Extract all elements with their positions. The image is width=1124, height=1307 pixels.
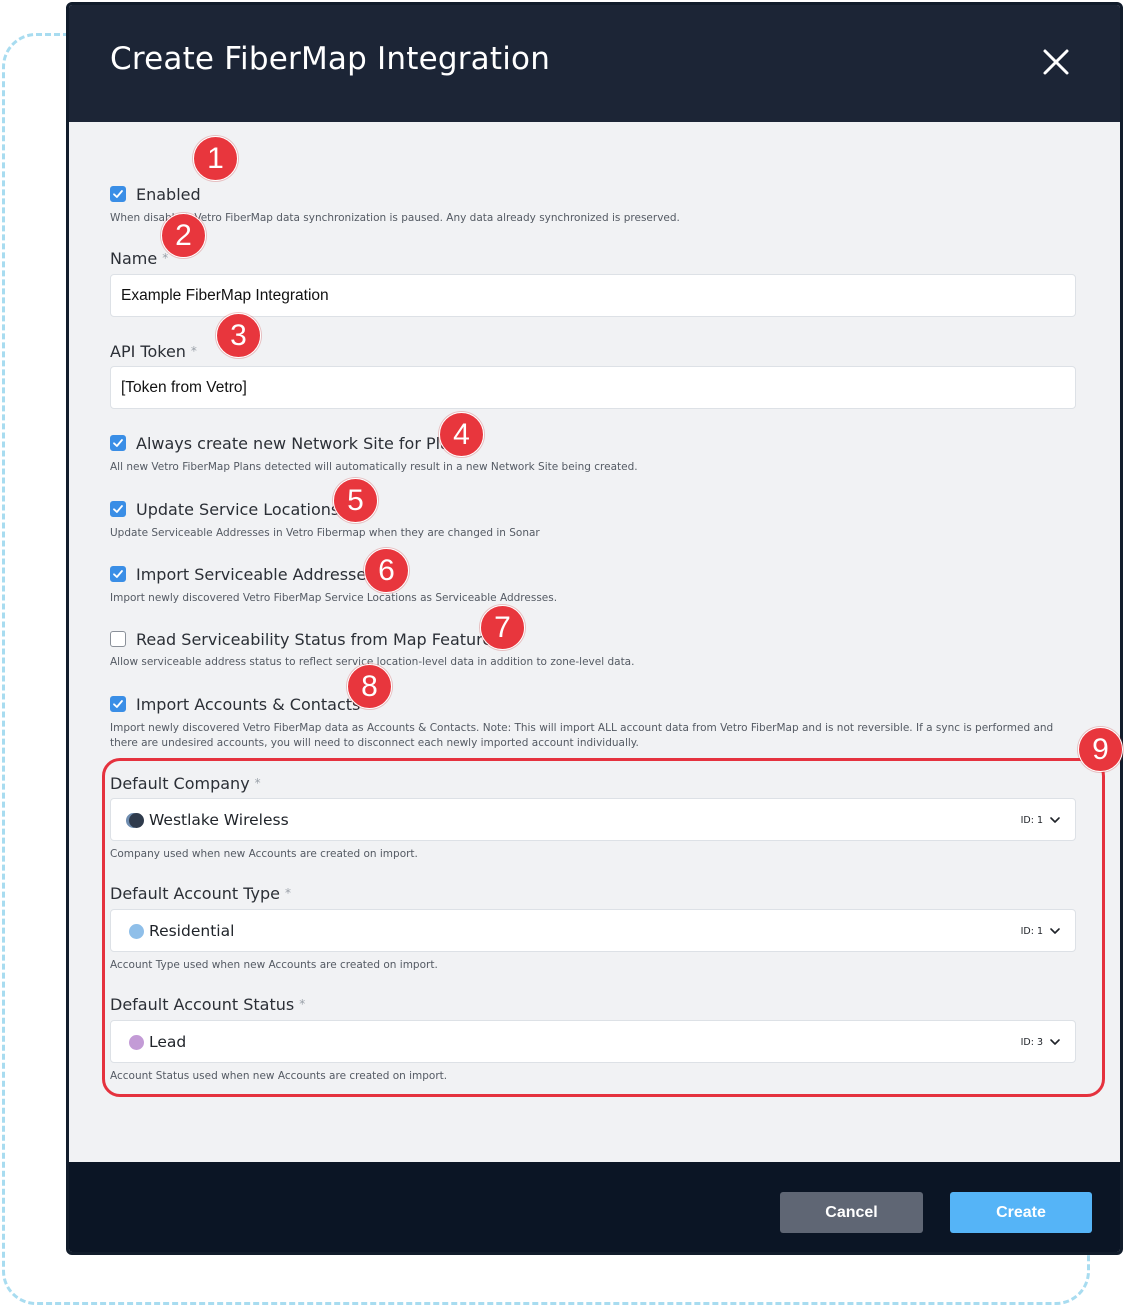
required-mark: * — [254, 776, 261, 790]
import-accounts-checkbox[interactable] — [110, 696, 126, 712]
read-serviceability-row[interactable]: Read Serviceability Status from Map Feat… — [110, 629, 501, 649]
import-serviceable-checkbox[interactable] — [110, 566, 126, 582]
default-company-value: Westlake Wireless — [149, 811, 289, 829]
default-company-label-text: Default Company — [110, 774, 250, 793]
import-serviceable-help: Import newly discovered Vetro FiberMap S… — [110, 592, 558, 604]
api-token-label-text: API Token — [110, 342, 186, 361]
account-status-color-dot — [129, 1035, 144, 1050]
api-token-label: API Token * — [110, 342, 197, 361]
account-type-color-dot — [129, 924, 144, 939]
api-token-input[interactable] — [110, 366, 1076, 409]
dialog-footer: Cancel Create — [69, 1162, 1120, 1252]
name-label: Name * — [110, 249, 168, 268]
chevron-down-icon — [1050, 817, 1060, 823]
company-color-dot — [129, 813, 144, 828]
default-account-type-label-text: Default Account Type — [110, 884, 280, 903]
default-company-select[interactable]: Westlake Wireless ID: 1 — [110, 798, 1076, 841]
always-create-site-row[interactable]: Always create new Network Site for Plans — [110, 433, 468, 453]
read-serviceability-label: Read Serviceability Status from Map Feat… — [136, 629, 501, 649]
default-account-status-id: ID: 3 — [1020, 1037, 1043, 1048]
create-integration-dialog: Create FiberMap Integration Enabled When… — [66, 2, 1123, 1255]
enabled-checkbox[interactable] — [110, 186, 126, 202]
default-account-status-label: Default Account Status * — [110, 995, 305, 1014]
import-accounts-help: Import newly discovered Vetro FiberMap d… — [110, 722, 1054, 749]
default-company-help: Company used when new Accounts are creat… — [110, 848, 418, 860]
annotation-badge-5: 5 — [333, 478, 378, 523]
annotation-badge-2: 2 — [161, 213, 206, 258]
always-create-site-help: All new Vetro FiberMap Plans detected wi… — [110, 461, 638, 473]
annotation-badge-3: 3 — [216, 313, 261, 358]
import-accounts-label: Import Accounts & Contacts — [136, 694, 361, 714]
default-account-type-label: Default Account Type * — [110, 884, 291, 903]
default-company-label: Default Company * — [110, 774, 261, 793]
close-icon[interactable] — [1037, 43, 1075, 81]
annotation-badge-4: 4 — [439, 412, 484, 457]
enabled-help: When disabled, Vetro FiberMap data synch… — [110, 212, 680, 224]
update-service-locations-help: Update Serviceable Addresses in Vetro Fi… — [110, 527, 540, 539]
enabled-label: Enabled — [136, 184, 201, 204]
dialog-body: Enabled When disabled, Vetro FiberMap da… — [69, 122, 1120, 1162]
dialog-header: Create FiberMap Integration — [69, 5, 1120, 122]
required-mark: * — [284, 886, 291, 900]
default-account-type-select[interactable]: Residential ID: 1 — [110, 909, 1076, 952]
name-label-text: Name — [110, 249, 158, 268]
read-serviceability-help: Allow serviceable address status to refl… — [110, 656, 635, 668]
always-create-site-label: Always create new Network Site for Plans — [136, 433, 469, 453]
annotation-badge-7: 7 — [480, 605, 525, 650]
default-company-id: ID: 1 — [1020, 815, 1043, 826]
default-account-status-help: Account Status used when new Accounts ar… — [110, 1070, 448, 1082]
required-mark: * — [190, 344, 197, 358]
update-service-locations-checkbox[interactable] — [110, 501, 126, 517]
annotation-badge-9: 9 — [1078, 727, 1123, 772]
annotation-badge-8: 8 — [347, 664, 392, 709]
import-accounts-row[interactable]: Import Accounts & Contacts — [110, 694, 360, 714]
required-mark: * — [299, 997, 306, 1011]
default-account-type-id: ID: 1 — [1020, 926, 1043, 937]
chevron-down-icon — [1050, 928, 1060, 934]
update-service-locations-row[interactable]: Update Service Locations — [110, 499, 339, 519]
import-serviceable-row[interactable]: Import Serviceable Addresses — [110, 564, 375, 584]
name-input[interactable] — [110, 274, 1076, 317]
always-create-site-checkbox[interactable] — [110, 435, 126, 451]
enabled-checkbox-row[interactable]: Enabled — [110, 184, 201, 204]
annotation-badge-6: 6 — [364, 548, 409, 593]
default-account-type-help: Account Type used when new Accounts are … — [110, 959, 438, 971]
update-service-locations-label: Update Service Locations — [136, 499, 340, 519]
create-button[interactable]: Create — [950, 1192, 1092, 1233]
default-account-status-label-text: Default Account Status — [110, 995, 295, 1014]
import-serviceable-label: Import Serviceable Addresses — [136, 564, 375, 584]
dialog-title: Create FiberMap Integration — [110, 41, 551, 77]
default-account-type-value: Residential — [149, 922, 235, 940]
chevron-down-icon — [1050, 1039, 1060, 1045]
required-mark: * — [162, 251, 169, 265]
read-serviceability-checkbox[interactable] — [110, 631, 126, 647]
annotation-badge-1: 1 — [193, 136, 238, 181]
default-account-status-select[interactable]: Lead ID: 3 — [110, 1020, 1076, 1063]
cancel-button[interactable]: Cancel — [780, 1192, 923, 1233]
default-account-status-value: Lead — [149, 1033, 187, 1051]
